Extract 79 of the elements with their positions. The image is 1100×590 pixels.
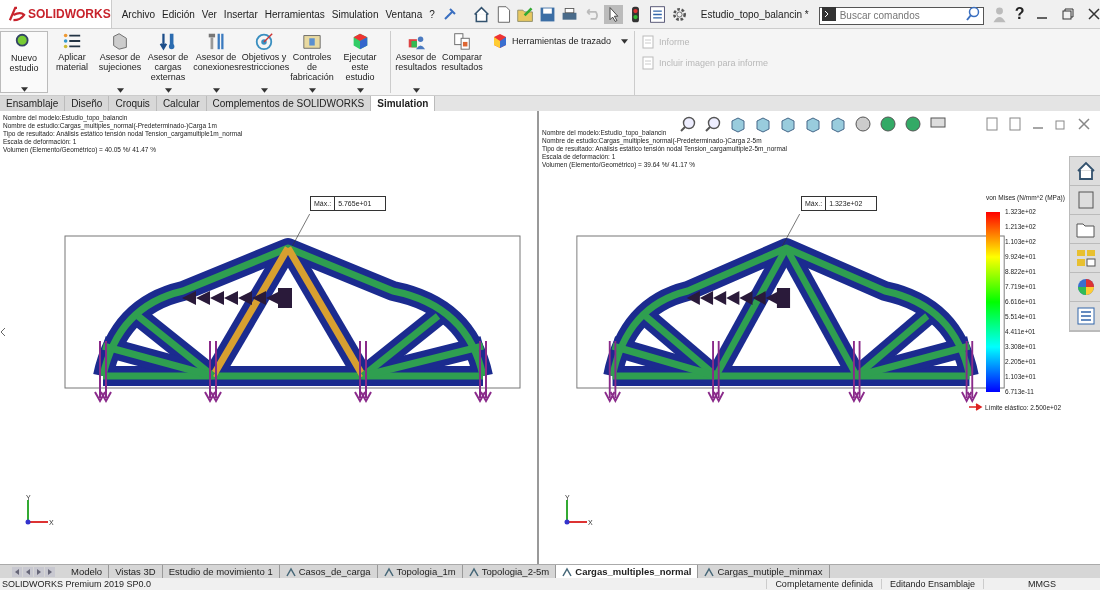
- tab-scroll-icon[interactable]: [45, 566, 55, 577]
- load-arrow: [94, 340, 112, 404]
- status-text: SOLIDWORKS Premium 2019 SP0.0: [1, 579, 153, 589]
- target-icon: [254, 31, 274, 51]
- load-arrow: [604, 340, 622, 404]
- menu-item[interactable]: Edición: [162, 8, 195, 20]
- plot-tools-button[interactable]: Herramientas de trazado: [492, 33, 629, 49]
- arrow-icon: [969, 400, 983, 414]
- select-pointer-icon[interactable]: [603, 4, 623, 24]
- ribbon-button[interactable]: Ejecutar este estudio: [336, 31, 384, 93]
- caret-icon: [621, 38, 629, 44]
- tab-scroll-icon[interactable]: [34, 566, 44, 577]
- menu-item[interactable]: Herramientas: [264, 8, 325, 20]
- status-item: MMGS: [983, 579, 1100, 589]
- ribbon-button[interactable]: Objetivos y restricciones: [240, 31, 288, 93]
- help-button[interactable]: ?: [1014, 5, 1025, 23]
- zoom-fit-icon[interactable]: [679, 115, 697, 133]
- caret-icon: [308, 88, 316, 93]
- status-item: Editando Ensamblaje: [880, 579, 983, 589]
- ribbon-button[interactable]: Asesor de conexiones: [192, 31, 240, 93]
- ds-logo-icon: [8, 6, 26, 22]
- menu-item[interactable]: ?: [429, 8, 435, 20]
- menu-item[interactable]: Simulation: [331, 8, 379, 20]
- load-arrow: [354, 340, 372, 404]
- study-icon: [285, 566, 296, 577]
- ribbon-button[interactable]: Controles de fabricación: [288, 31, 336, 93]
- search-field[interactable]: Buscar comandos: [818, 6, 984, 25]
- load-arrow: [204, 340, 222, 404]
- properties-icon: [1074, 305, 1097, 327]
- study-icon: [383, 566, 394, 577]
- bolt-icon: [206, 31, 226, 51]
- caret-icon: [116, 88, 124, 93]
- menu-item[interactable]: Insertar: [223, 8, 258, 20]
- material-list-icon: [62, 31, 82, 51]
- menu-item[interactable]: Archivo: [121, 8, 156, 20]
- caret-icon: [356, 88, 364, 93]
- study-icon: [704, 566, 715, 577]
- ribbon-tab[interactable]: Croquis: [109, 96, 157, 111]
- menu-item[interactable]: Ventana: [385, 8, 423, 20]
- zoom-area-icon[interactable]: [704, 115, 722, 133]
- logo-text: SOLIDWORKS: [28, 7, 111, 21]
- study-icon: [468, 566, 479, 577]
- tab-scroll-icon[interactable]: [23, 566, 33, 577]
- ribbon-button[interactable]: Aplicar material: [48, 31, 96, 93]
- ribbon-button[interactable]: Asesor de resultados: [390, 31, 438, 93]
- collapse-handle-icon[interactable]: [0, 325, 6, 339]
- load-arrow: [960, 340, 978, 404]
- load-arrow: [474, 340, 492, 404]
- ribbon-button[interactable]: Asesor de cargas externas: [144, 31, 192, 93]
- study-icon: [562, 566, 573, 577]
- list-icon[interactable]: [647, 4, 667, 24]
- ribbon-tab[interactable]: Complementos de SOLIDWORKS: [206, 96, 372, 111]
- restore-icon[interactable]: [1060, 6, 1077, 22]
- ribbon-button[interactable]: Comparar resultados: [438, 31, 486, 93]
- ribbon-tab[interactable]: Ensamblaje: [0, 96, 66, 111]
- document-icon: [641, 35, 656, 49]
- caret-icon: [164, 88, 172, 93]
- plot-tools-icon: [492, 33, 508, 49]
- caret-icon: [20, 87, 28, 92]
- caret-icon: [412, 88, 420, 93]
- caret-icon: [260, 88, 268, 93]
- close-icon[interactable]: [1086, 6, 1100, 22]
- status-item: Completamente definida: [766, 579, 881, 589]
- load-arrow: [848, 340, 866, 404]
- ribbon-tab[interactable]: Diseño: [65, 96, 110, 111]
- load-arrow: [707, 340, 725, 404]
- ribbon-button[interactable]: Nuevo estudio: [0, 31, 48, 93]
- ribbon-button[interactable]: Asesor de sujeciones: [96, 31, 144, 93]
- search-icon[interactable]: [964, 6, 981, 22]
- sheet-tab[interactable]: Cargas_multiples_normal: [556, 565, 699, 578]
- home-icon[interactable]: [471, 4, 491, 24]
- document-title: Estudio_topo_balancin *: [700, 8, 809, 20]
- menu-item[interactable]: Ver: [201, 8, 217, 20]
- caret-icon: [212, 88, 220, 93]
- camera-icon: [641, 56, 656, 70]
- palette-icon: [1074, 247, 1097, 269]
- ribbon-tab[interactable]: Calcular: [156, 96, 207, 111]
- ribbon-tab[interactable]: Simulation: [371, 96, 436, 111]
- tab-scroll-icon[interactable]: [12, 566, 22, 577]
